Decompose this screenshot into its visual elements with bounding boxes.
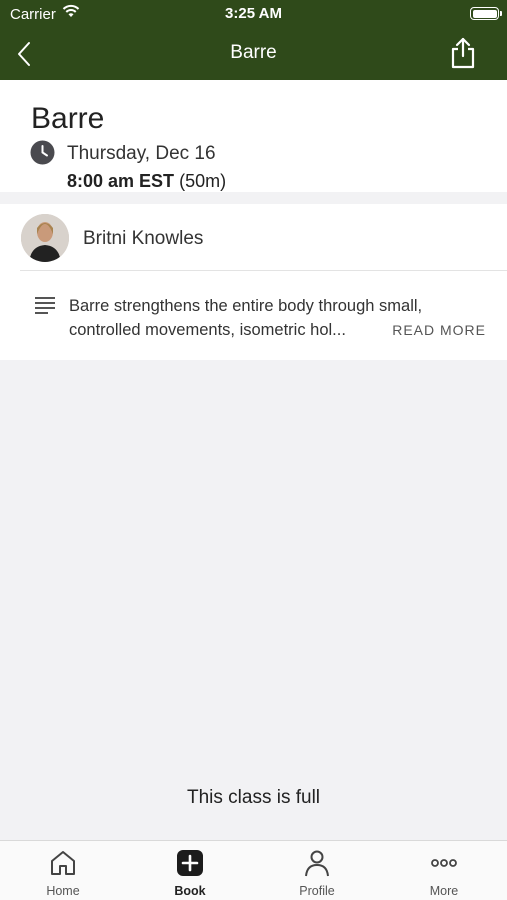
status-time: 3:25 AM	[225, 5, 282, 22]
class-title: Barre	[31, 102, 105, 135]
clock-icon	[30, 140, 55, 165]
tab-home-label: Home	[46, 884, 80, 898]
navigation-bar: Barre	[0, 28, 507, 80]
nav-title: Barre	[230, 42, 277, 63]
class-time-row: 8:00 am EST (50m)	[67, 171, 226, 192]
class-full-status: This class is full	[186, 787, 321, 808]
tab-bar: Home Book Profile More	[0, 840, 507, 900]
person-icon	[305, 850, 329, 877]
instructor-avatar[interactable]	[21, 214, 69, 262]
tab-home[interactable]: Home	[0, 841, 126, 900]
home-icon	[51, 851, 75, 875]
tab-more[interactable]: More	[381, 841, 507, 900]
share-icon[interactable]	[447, 36, 479, 70]
person-photo-icon	[21, 214, 69, 262]
class-header-card: Barre Thursday, Dec 16 8:00 am EST (50m)	[0, 80, 507, 192]
tab-profile-label: Profile	[299, 884, 335, 898]
class-date: Thursday, Dec 16	[67, 143, 216, 164]
description-lines-icon	[35, 297, 55, 314]
tab-profile[interactable]: Profile	[254, 841, 380, 900]
read-more-link[interactable]: READ MORE	[392, 322, 486, 338]
instructor-name[interactable]: Britni Knowles	[83, 228, 203, 250]
battery-icon	[470, 7, 502, 20]
class-time: 8:00 am EST	[67, 171, 175, 191]
class-detail-card: Britni Knowles Barre strengthens the ent…	[0, 204, 507, 360]
divider	[20, 270, 507, 271]
status-bar: Carrier 3:25 AM	[0, 0, 507, 28]
tab-book-label: Book	[174, 884, 206, 898]
tab-book[interactable]: Book	[127, 841, 253, 900]
plus-square-icon	[177, 850, 203, 876]
tab-more-label: More	[429, 884, 459, 898]
more-dots-icon	[431, 859, 457, 867]
class-duration: (50m)	[179, 171, 227, 191]
